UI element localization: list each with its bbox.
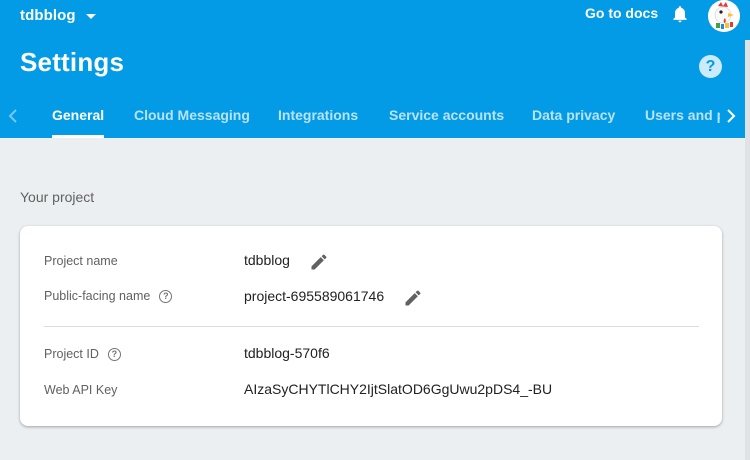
settings-tab-bar: General Cloud Messaging Integrations Ser… — [28, 96, 720, 138]
tab-general[interactable]: General — [52, 96, 104, 138]
help-circle-icon[interactable]: ? — [159, 289, 173, 303]
caret-down-icon — [85, 13, 96, 19]
edit-project-name-icon[interactable] — [309, 252, 329, 272]
web-api-key-label: Web API Key — [44, 383, 118, 397]
project-name-label: Project name — [44, 254, 118, 268]
project-switcher-label: tdbblog — [20, 6, 76, 24]
tab-cloud-messaging[interactable]: Cloud Messaging — [134, 96, 250, 138]
project-switcher[interactable]: tdbblog — [20, 5, 96, 25]
active-tab-indicator — [52, 135, 104, 138]
card-divider — [44, 326, 699, 327]
chevron-right-icon[interactable] — [723, 106, 739, 126]
tab-data-privacy[interactable]: Data privacy — [532, 96, 615, 138]
avatar-image — [708, 0, 740, 32]
project-id-label: Project ID ? — [44, 347, 121, 361]
go-to-docs-link[interactable]: Go to docs — [585, 5, 658, 21]
page-title: Settings — [20, 47, 125, 77]
bell-icon[interactable] — [670, 3, 690, 25]
help-circle-icon[interactable]: ? — [107, 347, 121, 361]
app-header: tdbblog Go to docs Settings ? General Cl… — [0, 0, 750, 138]
project-name-value: tdbblog — [244, 252, 290, 268]
section-title: Your project — [20, 189, 95, 205]
project-info-card: Project name tdbblog Public-facing name … — [20, 226, 722, 426]
public-facing-name-value: project-695589061746 — [244, 288, 385, 304]
tab-integrations[interactable]: Integrations — [278, 96, 358, 138]
page-scrollbar[interactable] — [745, 40, 750, 460]
user-avatar[interactable] — [708, 0, 740, 32]
edit-public-name-icon[interactable] — [403, 288, 423, 308]
web-api-key-value[interactable]: AIzaSyCHYTlCHY2IjtSlatOD6GgUwu2pDS4_-BU — [244, 381, 552, 397]
public-facing-name-label: Public-facing name ? — [44, 289, 173, 303]
project-id-value: tdbblog-570f6 — [244, 345, 330, 361]
chevron-left-icon[interactable] — [5, 106, 21, 126]
help-circle-icon[interactable]: ? — [699, 55, 722, 78]
tab-users-and-permissions[interactable]: Users and permissions — [645, 96, 720, 138]
tab-service-accounts[interactable]: Service accounts — [389, 96, 504, 138]
